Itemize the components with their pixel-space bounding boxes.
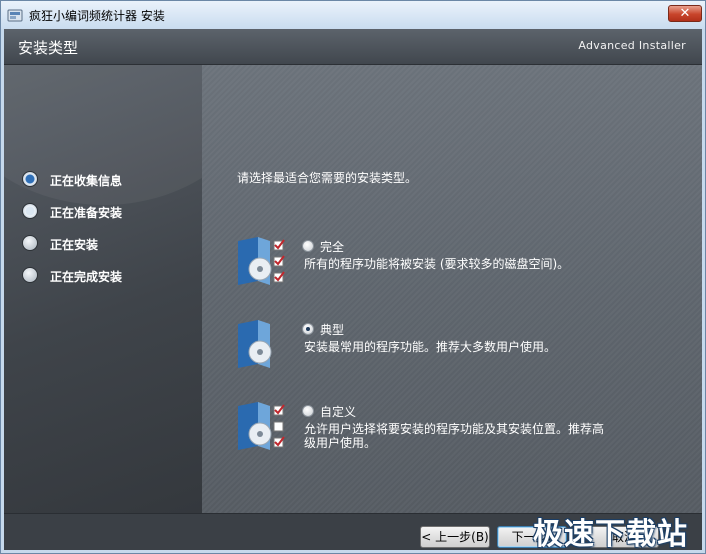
typical-description: 安装最常用的程序功能。推荐大多数用户使用。 xyxy=(304,340,557,354)
installer-window: 疯狂小编词频统计器 安装 ✕ 安装类型 Advanced Installer 正… xyxy=(0,0,706,554)
step-label: 正在收集信息 xyxy=(50,174,123,188)
steps-sidebar: 正在收集信息 正在准备安装 正在安装 正在完成安装 xyxy=(4,65,202,513)
typical-radio[interactable] xyxy=(302,323,314,335)
setup-type-prompt: 请选择最适合您需要的安装类型。 xyxy=(237,171,418,185)
step-label: 正在准备安装 xyxy=(50,206,123,220)
step-pending-icon xyxy=(22,235,38,251)
custom-description: 允许用户选择将要安装的程序功能及其安装位置。推荐高级用户使用。 xyxy=(304,422,605,450)
close-button[interactable]: ✕ xyxy=(668,5,702,22)
close-icon: ✕ xyxy=(679,6,691,21)
custom-label[interactable]: 自定义 xyxy=(320,403,356,420)
step-label: 正在安装 xyxy=(50,238,99,252)
typical-install-icon xyxy=(238,320,272,368)
wizard-header: 安装类型 Advanced Installer xyxy=(4,29,702,65)
custom-install-icon xyxy=(238,402,285,450)
back-button[interactable]: < 上一步(B) xyxy=(420,526,490,548)
installer-app-icon xyxy=(7,9,23,22)
title-bar[interactable]: 疯狂小编词频统计器 安装 ✕ xyxy=(1,1,705,29)
step-label: 正在完成安装 xyxy=(50,270,123,284)
page-title: 安装类型 xyxy=(18,39,79,57)
step-next-icon xyxy=(22,203,38,219)
step-current-icon xyxy=(22,171,38,187)
setup-type-panel: 请选择最适合您需要的安装类型。 完全 所有的程序功能将被安装 (要求较多的磁盘空… xyxy=(202,65,702,513)
brand-label: Advanced Installer xyxy=(578,39,686,52)
site-watermark: 极速下载站 xyxy=(533,517,688,552)
wizard-body: 安装类型 Advanced Installer 正在收集信息 正在准备安装 正在… xyxy=(4,29,702,550)
full-install-icon xyxy=(238,237,285,285)
typical-label[interactable]: 典型 xyxy=(320,321,344,338)
full-description: 所有的程序功能将被安装 (要求较多的磁盘空间)。 xyxy=(304,257,570,271)
full-radio[interactable] xyxy=(302,240,314,252)
custom-radio[interactable] xyxy=(302,405,314,417)
window-title: 疯狂小编词频统计器 安装 xyxy=(29,9,165,23)
step-pending-icon xyxy=(22,267,38,283)
full-label[interactable]: 完全 xyxy=(320,238,344,255)
